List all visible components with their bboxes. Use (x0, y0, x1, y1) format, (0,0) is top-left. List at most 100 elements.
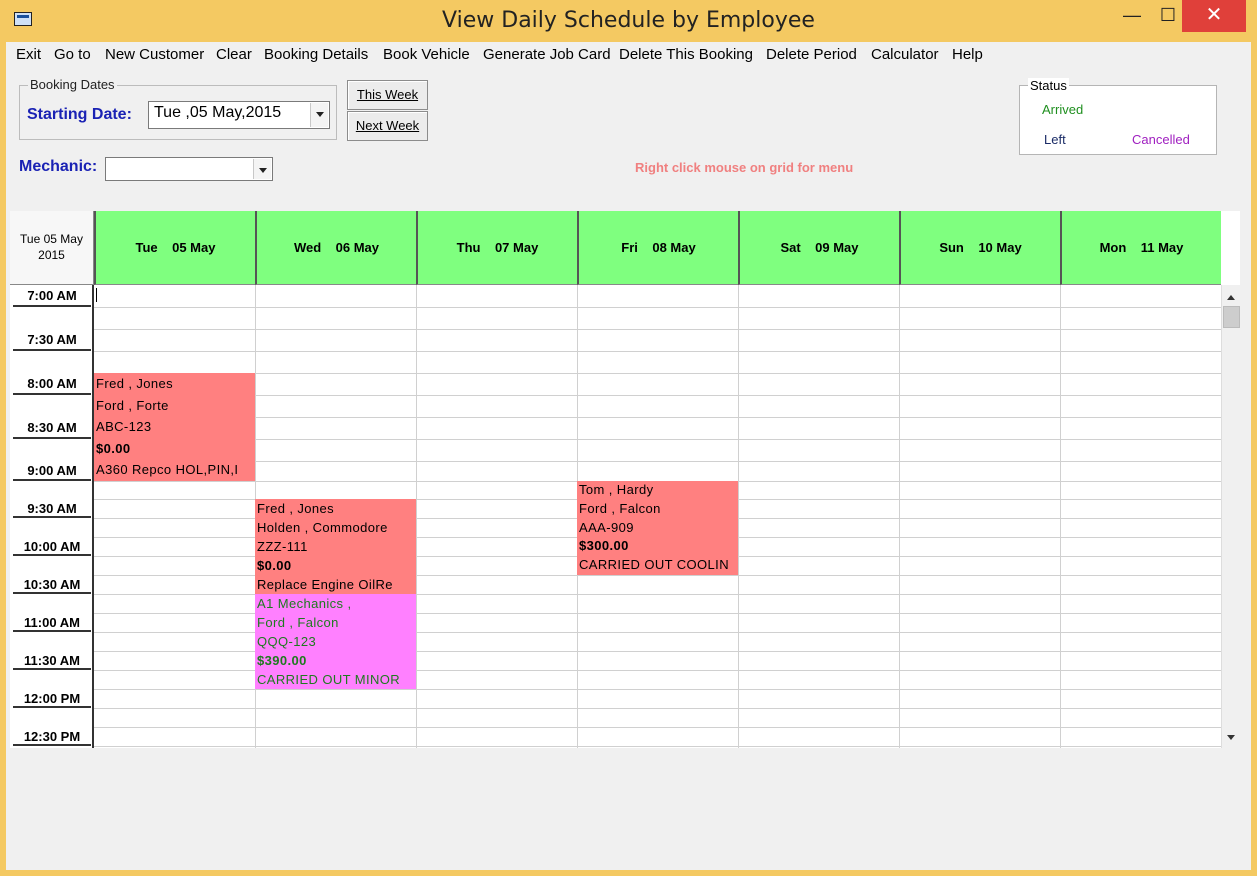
appointment-block[interactable]: A1 Mechanics , Ford , Falcon QQQ-123 $390.0… (255, 594, 416, 689)
day-header[interactable]: Fri 08 May (577, 211, 738, 285)
menu-calculator[interactable]: Calculator (871, 46, 939, 63)
appointment-line: Ford , Forte (96, 397, 169, 413)
appointment-block[interactable]: Fred , Jones Holden , Commodore ZZZ-111 $0.… (255, 499, 416, 594)
this-week-button[interactable]: This Week (347, 80, 428, 110)
window-title: View Daily Schedule by Employee (442, 8, 815, 33)
menu-delete-this-booking[interactable]: Delete This Booking (619, 46, 753, 63)
appointment-line: $390.00 (257, 653, 307, 668)
appointment-line: AAA-909 (579, 519, 634, 535)
appointment-line: A1 Mechanics , (257, 596, 352, 611)
menu-book-vehicle[interactable]: Book Vehicle (383, 46, 470, 63)
time-slot-label: 10:00 AM (13, 537, 91, 556)
time-slot-label: 11:00 AM (13, 613, 91, 632)
grid-row-line (94, 708, 1221, 709)
time-slot-label: 9:00 AM (13, 461, 91, 481)
grid-menu-hint: Right click mouse on grid for menu (635, 160, 854, 175)
menu-help[interactable]: Help (952, 46, 983, 63)
appointment-line: $300.00 (579, 538, 629, 554)
time-slot-label: 11:30 AM (13, 651, 91, 670)
appointment-block[interactable]: Tom , Hardy Ford , Falcon AAA-909 $300.00 CA… (577, 481, 738, 575)
scroll-thumb[interactable] (1223, 306, 1240, 328)
grid-row-line (94, 439, 1221, 440)
appointment-line: CARRIED OUT MINOR (257, 672, 401, 687)
starting-date-value: Tue ,05 May,2015 (154, 104, 282, 121)
appointment-line: Tom , Hardy (579, 482, 654, 497)
menu-bar: Exit Go to New Customer Clear Booking De… (6, 42, 1251, 68)
text-cursor (96, 288, 97, 302)
time-slot-label: 10:30 AM (13, 575, 91, 594)
appointment-block[interactable]: Fred , Jones Ford , Forte ABC-123 $0.00 A36… (94, 373, 255, 481)
grid-row-line (94, 373, 1221, 374)
status-left: Left (1044, 132, 1066, 147)
grid-row-line (94, 417, 1221, 418)
booking-dates-legend: Booking Dates (28, 77, 117, 92)
menu-clear[interactable]: Clear (216, 46, 252, 63)
appointment-line: ABC-123 (96, 419, 152, 435)
menu-delete-period[interactable]: Delete Period (766, 46, 857, 63)
status-cancelled: Cancelled (1132, 132, 1190, 147)
grid-row-line (94, 351, 1221, 352)
time-slot-label: 12:00 PM (13, 689, 91, 708)
starting-date-label: Starting Date: (27, 106, 132, 123)
grid-row-line (94, 746, 1221, 747)
vertical-scrollbar[interactable] (1221, 285, 1240, 748)
menu-new-customer[interactable]: New Customer (105, 46, 204, 63)
chevron-down-icon[interactable] (310, 103, 328, 127)
status-arrived: Arrived (1042, 102, 1084, 117)
appointment-line: A360 Repco HOL,PIN,I (96, 462, 239, 478)
day-header[interactable]: Sat 09 May (738, 211, 899, 285)
grid-body[interactable]: Fred , Jones Ford , Forte ABC-123 $0.00 A36… (94, 285, 1221, 748)
time-column: 7:00 AM 7:30 AM 8:00 AM 8:30 AM 9:00 AM 9:30 … (10, 285, 94, 748)
appointment-line: QQQ-123 (257, 634, 317, 649)
status-legend-box: Status Arrived Left Cancelled (1019, 78, 1217, 155)
appointment-line: $0.00 (257, 558, 292, 573)
day-header[interactable]: Thu 07 May (416, 211, 577, 285)
appointment-line: $0.00 (96, 440, 131, 456)
day-header[interactable]: Sun 10 May (899, 211, 1060, 285)
day-header[interactable]: Mon 11 May (1060, 211, 1221, 285)
corner-date-line1: Tue 05 May (20, 232, 83, 246)
corner-date-line2: 2015 (38, 248, 65, 262)
grid-col-line (416, 285, 417, 748)
menu-go-to[interactable]: Go to (54, 46, 91, 63)
time-slot-label: 8:30 AM (13, 417, 91, 439)
main-window: View Daily Schedule by Employee — ☐ ✕ Ex… (0, 0, 1257, 876)
appointment-line: ZZZ-111 (257, 539, 308, 554)
appointment-line: Holden , Commodore (257, 520, 388, 535)
day-header[interactable]: Wed 06 May (255, 211, 416, 285)
time-slot-label: 7:30 AM (13, 329, 91, 351)
time-slot-label: 12:30 PM (13, 727, 91, 746)
mechanic-select[interactable] (105, 157, 273, 181)
grid-col-line (899, 285, 900, 748)
schedule-grid[interactable]: Tue 05 May 2015 Tue 05 May Wed 06 May Thu … (10, 211, 1240, 748)
scroll-down-icon[interactable] (1223, 729, 1240, 746)
chevron-down-icon[interactable] (253, 159, 271, 179)
menu-exit[interactable]: Exit (16, 46, 41, 63)
time-slot-label: 9:30 AM (13, 499, 91, 518)
day-header[interactable]: Tue 05 May (94, 211, 255, 285)
mechanic-label: Mechanic: (19, 158, 98, 175)
appointment-line: Ford , Falcon (579, 500, 661, 516)
grid-col-line (1060, 285, 1061, 748)
title-bar: View Daily Schedule by Employee — ☐ ✕ (6, 0, 1251, 42)
scroll-up-icon[interactable] (1223, 287, 1240, 304)
grid-row-line (94, 727, 1221, 728)
grid-row-line (94, 461, 1221, 462)
menu-generate-job-card[interactable]: Generate Job Card (483, 46, 611, 63)
appointment-line: CARRIED OUT COOLIN (579, 557, 729, 573)
grid-col-line (738, 285, 739, 748)
menu-booking-details[interactable]: Booking Details (264, 46, 368, 63)
grid-row-line (94, 307, 1221, 308)
appointment-line: Replace Engine OilRe (257, 577, 393, 592)
grid-row-line (94, 329, 1221, 330)
status-legend-title: Status (1028, 78, 1069, 93)
booking-dates-group: Booking Dates Starting Date: Tue ,05 May… (19, 77, 337, 140)
grid-row-line (94, 689, 1221, 690)
close-icon[interactable]: ✕ (1182, 0, 1246, 32)
grid-corner-date: Tue 05 May 2015 (10, 211, 94, 285)
starting-date-picker[interactable]: Tue ,05 May,2015 (148, 101, 330, 129)
appointment-line: Fred , Jones (96, 376, 174, 391)
grid-row-line (94, 395, 1221, 396)
next-week-button[interactable]: Next Week (347, 111, 428, 141)
time-slot-label: 7:00 AM (13, 285, 91, 307)
